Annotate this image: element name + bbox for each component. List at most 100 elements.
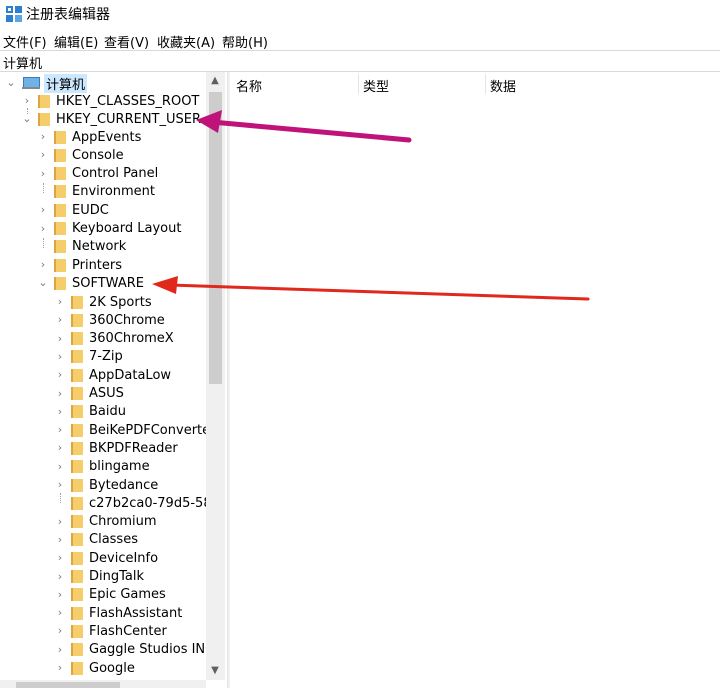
chevron-right-icon[interactable]: › [38, 223, 48, 234]
tree-item[interactable]: › FlashCenter [55, 622, 167, 640]
tree-item[interactable]: Network [38, 238, 126, 256]
pane-splitter[interactable] [227, 72, 230, 688]
chevron-right-icon[interactable]: › [55, 424, 65, 435]
menu-favorites[interactable]: 收藏夹(A) [157, 32, 215, 51]
tree-item[interactable]: ⌄ SOFTWARE [38, 274, 144, 292]
tree-item[interactable]: › Control Panel [38, 165, 158, 183]
tree-item[interactable]: › Baidu [55, 403, 126, 421]
tree-vertical-scrollbar[interactable]: ▲ ▼ [206, 72, 225, 680]
scroll-thumb[interactable] [16, 682, 120, 688]
tree-label: 7-Zip [89, 349, 123, 365]
folder-icon [54, 148, 66, 162]
tree-item[interactable]: › 360ChromeX [55, 330, 174, 348]
tree-item[interactable]: › BKPDFReader [55, 439, 178, 457]
chevron-right-icon[interactable]: › [38, 131, 48, 142]
tree-item[interactable]: › Google [55, 659, 135, 677]
tree-item[interactable]: › AppEvents [38, 128, 142, 146]
tree-item-hkcu[interactable]: ⌄ HKEY_CURRENT_USER [22, 110, 201, 128]
tree-label: BKPDFReader [89, 440, 178, 456]
tree-item[interactable]: › Printers [38, 256, 122, 274]
chevron-down-icon[interactable]: ⌄ [22, 113, 32, 124]
tree-label: DeviceInfo [89, 550, 159, 566]
chevron-down-icon[interactable]: ⌄ [38, 277, 48, 288]
chevron-right-icon[interactable]: › [55, 333, 65, 344]
tree-label: Network [72, 239, 127, 255]
tree-item[interactable]: › 360Chrome [55, 311, 165, 329]
menu-view[interactable]: 查看(V) [104, 32, 149, 51]
chevron-right-icon[interactable]: › [55, 589, 65, 600]
tree-item[interactable]: › DingTalk [55, 568, 144, 586]
chevron-right-icon[interactable]: › [55, 534, 65, 545]
chevron-right-icon[interactable]: › [22, 95, 32, 106]
column-divider[interactable] [358, 74, 359, 94]
tree-item[interactable]: › Console [38, 146, 124, 164]
tree-label: Baidu [89, 404, 126, 420]
chevron-right-icon[interactable]: › [55, 516, 65, 527]
tree-label: AppDataLow [89, 367, 172, 383]
chevron-right-icon[interactable]: › [55, 314, 65, 325]
address-bar[interactable]: 计算机 [0, 50, 720, 72]
chevron-right-icon[interactable]: › [38, 204, 48, 215]
chevron-right-icon[interactable]: › [55, 644, 65, 655]
tree-item[interactable]: › Gaggle Studios INC [55, 641, 214, 659]
tree-item-hkcr[interactable]: › HKEY_CLASSES_ROOT [22, 92, 200, 110]
tree-item[interactable]: › blingame [55, 458, 150, 476]
tree-item[interactable]: › 7-Zip [55, 348, 123, 366]
tree-label: Classes [89, 532, 138, 548]
column-header-type[interactable]: 类型 [363, 76, 389, 95]
chevron-right-icon[interactable]: › [38, 259, 48, 270]
tree-item[interactable]: c27b2ca0-79d5-58 [55, 494, 212, 512]
chevron-right-icon[interactable]: › [55, 607, 65, 618]
chevron-right-icon[interactable]: › [55, 369, 65, 380]
column-divider[interactable] [485, 74, 486, 94]
tree-item[interactable]: › Keyboard Layout [38, 220, 182, 238]
folder-icon [54, 185, 66, 199]
chevron-right-icon[interactable]: › [55, 662, 65, 673]
chevron-right-icon[interactable]: › [55, 351, 65, 362]
chevron-right-icon[interactable]: › [55, 461, 65, 472]
folder-icon [71, 313, 83, 327]
tree-label: Chromium [89, 514, 157, 530]
scroll-up-icon[interactable]: ▲ [210, 76, 220, 86]
chevron-right-icon[interactable]: › [38, 149, 48, 160]
tree-horizontal-scrollbar[interactable] [0, 680, 206, 688]
folder-icon [38, 94, 50, 108]
column-header-name[interactable]: 名称 [236, 76, 262, 95]
chevron-right-icon[interactable]: › [55, 406, 65, 417]
folder-icon [54, 222, 66, 235]
scroll-thumb[interactable] [209, 92, 222, 384]
tree-label: Bytedance [89, 477, 159, 493]
chevron-right-icon[interactable]: › [55, 388, 65, 399]
tree-label: c27b2ca0-79d5-58 [89, 495, 212, 511]
tree-item[interactable]: › DeviceInfo [55, 549, 158, 567]
chevron-down-icon[interactable]: ⌄ [6, 77, 16, 88]
tree-item[interactable]: › AppDataLow [55, 366, 171, 384]
tree-label: ASUS [89, 386, 124, 401]
tree-item[interactable]: › Classes [55, 531, 138, 549]
regedit-icon [6, 6, 22, 22]
scroll-down-icon[interactable]: ▼ [210, 666, 220, 676]
tree-item[interactable]: › Bytedance [55, 476, 159, 494]
tree-item[interactable]: Environment [38, 183, 155, 201]
tree-label: FlashCenter [89, 623, 167, 639]
chevron-right-icon[interactable]: › [55, 625, 65, 636]
menu-help[interactable]: 帮助(H) [222, 32, 268, 51]
chevron-right-icon[interactable]: › [38, 168, 48, 179]
chevron-right-icon[interactable]: › [55, 442, 65, 453]
tree-item[interactable]: › BeiKePDFConverter [55, 421, 216, 439]
tree-item[interactable]: › ASUS [55, 385, 124, 403]
chevron-right-icon[interactable]: › [55, 571, 65, 582]
column-header-data[interactable]: 数据 [490, 76, 516, 95]
menu-file[interactable]: 文件(F) [3, 32, 47, 51]
folder-icon [71, 533, 83, 547]
tree-item-computer[interactable]: ⌄ 计算机 [6, 73, 88, 93]
tree-item[interactable]: › 2K Sports [55, 293, 152, 311]
chevron-right-icon[interactable]: › [55, 296, 65, 307]
chevron-right-icon[interactable]: › [55, 479, 65, 490]
tree-item[interactable]: › FlashAssistant [55, 604, 183, 622]
menu-edit[interactable]: 编辑(E) [54, 32, 98, 51]
chevron-right-icon[interactable]: › [55, 552, 65, 563]
tree-item[interactable]: › Epic Games [55, 586, 166, 604]
tree-item[interactable]: › EUDC [38, 201, 109, 219]
tree-item[interactable]: › Chromium [55, 513, 157, 531]
